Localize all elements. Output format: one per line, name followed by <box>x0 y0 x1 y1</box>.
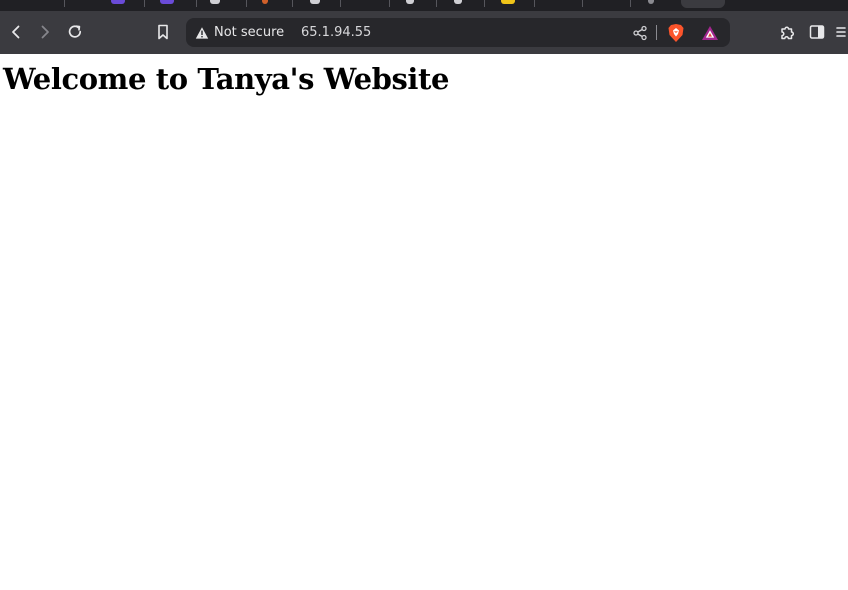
tab-separator <box>534 0 535 7</box>
url-text[interactable]: 65.1.94.55 <box>301 18 371 47</box>
active-tab[interactable] <box>681 0 725 8</box>
page-heading: Welcome to Tanya's Website <box>3 62 450 96</box>
tab-separator <box>144 0 145 7</box>
toolbar: Not secure 65.1.94.55 <box>0 11 848 54</box>
tab-separator <box>389 0 390 7</box>
puzzle-icon <box>781 26 795 40</box>
warning-triangle-icon <box>195 26 209 39</box>
tab-separator <box>630 0 631 7</box>
forward-button[interactable] <box>34 21 56 43</box>
sidebar-toggle-icon <box>809 25 825 39</box>
tab-separator <box>292 0 293 7</box>
brave-rewards-triangle-icon <box>702 26 718 40</box>
browser-chrome: Not secure 65.1.94.55 <box>0 0 848 54</box>
share-button[interactable] <box>629 22 651 44</box>
tab-separator <box>246 0 247 7</box>
tab-favicon[interactable] <box>262 0 268 4</box>
tab-favicon[interactable] <box>111 0 125 4</box>
share-icon <box>633 25 647 41</box>
brave-rewards-button[interactable] <box>699 22 721 44</box>
tab-favicon[interactable] <box>210 0 220 4</box>
sidebar-toggle-button[interactable] <box>806 21 828 43</box>
tab-separator <box>484 0 485 7</box>
tab-separator <box>340 0 341 7</box>
tab-favicon[interactable] <box>160 0 174 4</box>
security-indicator[interactable]: Not secure <box>195 18 284 47</box>
bookmark-button[interactable] <box>152 21 174 43</box>
tab-separator <box>196 0 197 7</box>
page-content: Welcome to Tanya's Website <box>0 54 848 590</box>
address-bar[interactable]: Not secure 65.1.94.55 <box>186 18 730 47</box>
tab-favicon[interactable] <box>310 0 320 4</box>
extensions-button[interactable] <box>777 21 799 43</box>
brave-shields-button[interactable] <box>665 22 687 44</box>
chevron-left-icon <box>12 25 20 39</box>
security-label: Not secure <box>214 25 285 40</box>
address-divider <box>656 25 657 40</box>
reload-icon <box>68 25 82 38</box>
menu-icon <box>836 27 846 37</box>
menu-button[interactable] <box>833 21 848 43</box>
tab-favicon[interactable] <box>454 0 462 4</box>
tab-favicon[interactable] <box>406 0 414 4</box>
tab-favicon[interactable] <box>501 0 515 4</box>
chevron-right-icon <box>41 25 49 39</box>
tab-separator <box>582 0 583 7</box>
tab-separator <box>64 0 65 7</box>
reload-button[interactable] <box>64 21 86 43</box>
back-button[interactable] <box>5 21 27 43</box>
brave-lion-icon <box>668 24 684 42</box>
bookmark-icon <box>158 24 168 40</box>
tab-strip <box>0 0 848 11</box>
tab-separator <box>436 0 437 7</box>
tab-favicon[interactable] <box>648 0 654 4</box>
